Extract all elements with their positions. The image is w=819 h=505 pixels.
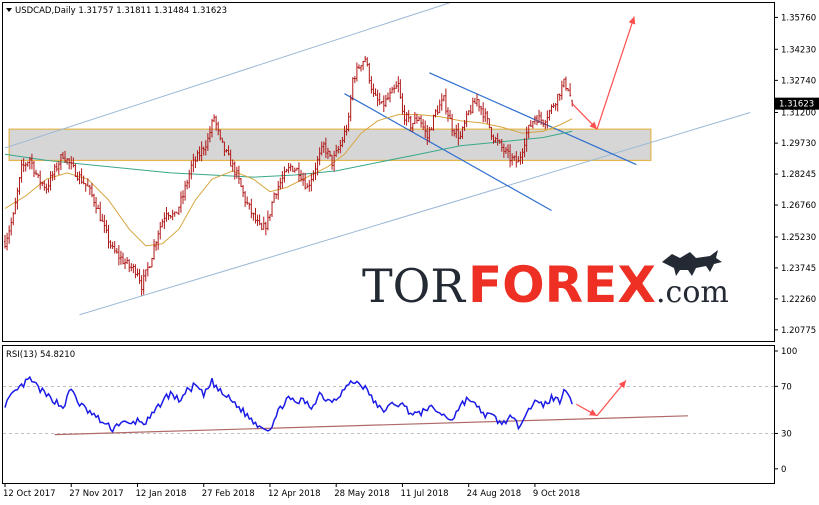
x-tick-label: 11 Jul 2018 <box>400 489 448 499</box>
x-tick-label: 12 Oct 2017 <box>3 489 56 499</box>
rsi-tick-label: 0 <box>781 465 786 475</box>
chart-area: 1.35760 1.34230 1.32740 1.31200 1.29730 1.282… <box>0 0 819 505</box>
x-tick-label: 12 Jan 2018 <box>135 489 186 499</box>
y-tick-label: 1.25230 <box>781 233 816 243</box>
y-tick-label: 1.31200 <box>781 108 816 118</box>
y-tick-label: 1.22260 <box>781 295 816 305</box>
x-tick-label: 12 Apr 2018 <box>268 489 321 499</box>
y-tick-label: 1.32740 <box>781 76 816 86</box>
watermark-logo: TOR FOREX .com <box>362 250 729 314</box>
watermark-forex: FOREX <box>468 256 656 314</box>
symbol-ohlc-text: USDCAD,Daily 1.31757 1.31811 1.31484 1.3… <box>15 6 227 16</box>
watermark-tor: TOR <box>362 259 466 313</box>
y-tick-label: 1.23745 <box>781 264 816 274</box>
x-tick-label: 27 Nov 2017 <box>69 489 123 499</box>
y-tick-label: 1.28245 <box>781 170 816 180</box>
rsi-tick-label: 100 <box>781 347 797 357</box>
symbol-header: USDCAD,Daily 1.31757 1.31811 1.31484 1.3… <box>6 6 227 16</box>
x-tick-label: 24 Aug 2018 <box>467 489 521 499</box>
watermark-com: .com <box>656 275 729 310</box>
rsi-header-text: RSI(13) 54.8210 <box>6 350 75 360</box>
x-tick-label: 27 Feb 2018 <box>202 489 255 499</box>
y-tick-label: 1.35760 <box>781 13 816 23</box>
rsi-tick-label: 30 <box>781 429 792 439</box>
y-tick-label: 1.34230 <box>781 45 816 55</box>
x-tick-label: 9 Oct 2018 <box>533 489 580 499</box>
x-tick-label: 28 May 2018 <box>334 489 389 499</box>
y-tick-label: 1.20775 <box>781 326 816 336</box>
y-tick-label: 1.26760 <box>781 201 816 211</box>
current-price-label: 1.31623 <box>779 100 814 110</box>
rsi-tick-label: 70 <box>781 382 792 392</box>
y-tick-label: 1.29730 <box>781 139 816 149</box>
